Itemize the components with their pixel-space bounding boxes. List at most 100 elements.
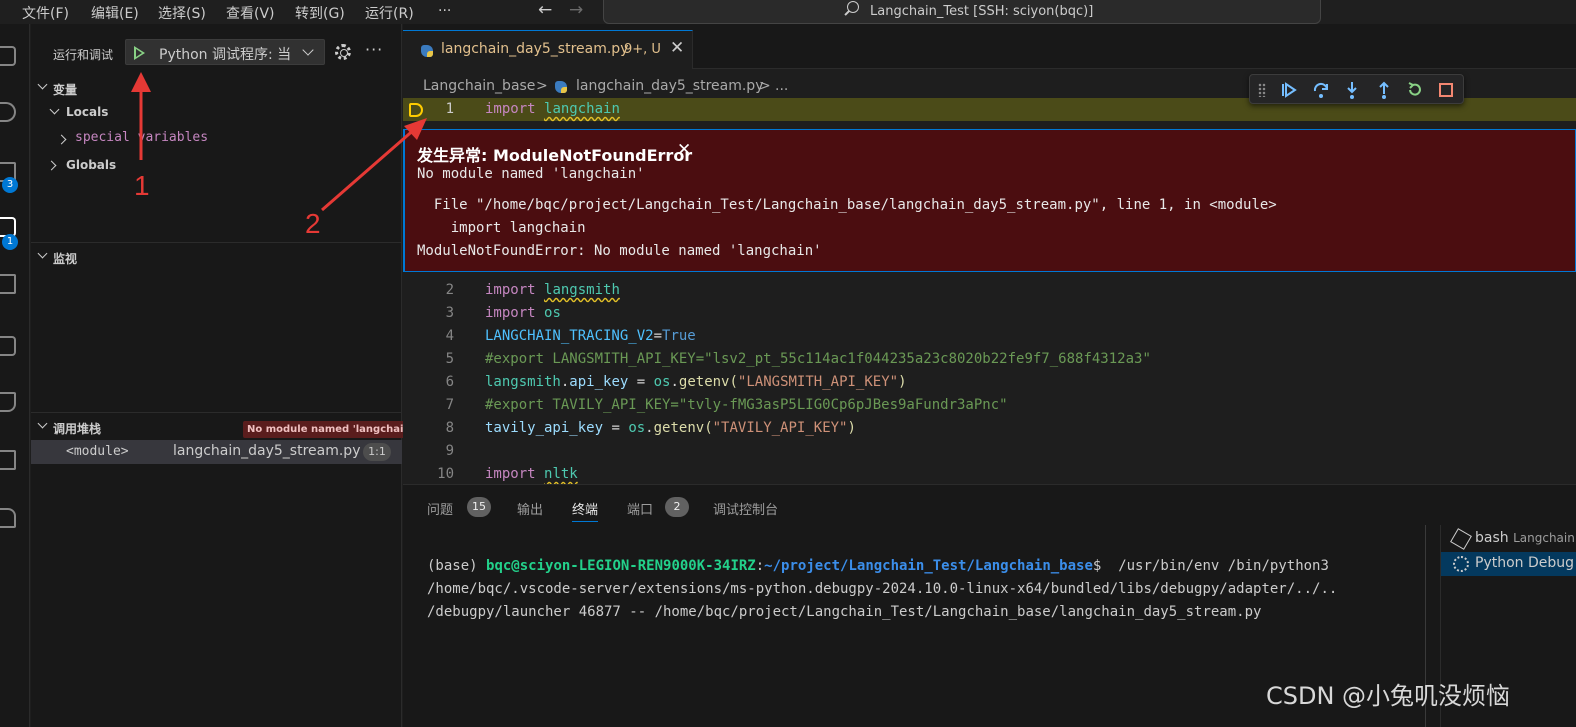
line-number: 7: [445, 397, 454, 413]
menu-edit[interactable]: 编辑(E): [91, 3, 139, 23]
watch-section-label: 监视: [53, 252, 78, 266]
back-arrow-icon[interactable]: ←: [538, 0, 552, 20]
breadcrumb-separator: >: [759, 78, 771, 94]
debug-config-select[interactable]: Python 调试程序: 当: [125, 39, 325, 65]
variables-section-header[interactable]: 变量: [31, 77, 402, 99]
globals-label: Globals: [66, 158, 117, 172]
python-file-icon: [555, 81, 567, 93]
locals-scope[interactable]: Locals: [31, 102, 402, 124]
step-into-icon[interactable]: [1342, 80, 1362, 100]
exception-message: No module named 'langchain': [417, 166, 645, 182]
editor-tab-bar: langchain_day5_stream.py 9+, U ✕: [403, 24, 1576, 69]
breadcrumb-separator: >: [536, 78, 548, 94]
command-center-label: Langchain_Test [SSH: sciyon(bqc)]: [870, 4, 1094, 19]
terminal-name: bash: [1475, 530, 1509, 546]
terminal-sub: Langchain: [1513, 531, 1575, 545]
code-line: 8 tavily_api_key = os.getenv("TAVILY_API…: [403, 417, 1576, 440]
terminal-item-bash[interactable]: bash Langchain: [1441, 527, 1576, 551]
menu-view[interactable]: 查看(V): [226, 3, 275, 23]
chevron-down-icon: [49, 104, 60, 115]
line-number: 6: [445, 374, 454, 390]
globals-scope[interactable]: Globals: [31, 155, 402, 177]
title-bar: 文件(F) 编辑(E) 选择(S) 查看(V) 转到(G) 运行(R) ··· …: [0, 0, 1576, 24]
code-text: import langchain: [485, 101, 620, 117]
drag-handle-icon[interactable]: [1258, 83, 1266, 97]
more-actions-icon[interactable]: ···: [365, 40, 383, 59]
gear-icon[interactable]: [335, 44, 351, 60]
line-number: 5: [445, 351, 454, 367]
sidebar-title: 运行和调试: [53, 48, 114, 62]
line-number: 3: [445, 305, 454, 321]
chevron-down-icon: [37, 418, 48, 429]
menu-selection[interactable]: 选择(S): [158, 3, 206, 23]
code-line: 9: [403, 440, 1576, 463]
code-comment: #export LANGSMITH_API_KEY="lsv2_pt_55c11…: [485, 351, 1151, 367]
line-number: 8: [445, 420, 454, 436]
tab-ports[interactable]: 端口: [627, 499, 653, 518]
extensions-icon[interactable]: [0, 274, 16, 294]
code-line: 6 langsmith.api_key = os.getenv("LANGSMI…: [403, 371, 1576, 394]
continue-icon[interactable]: [1279, 80, 1299, 100]
watch-section-header[interactable]: 监视: [31, 246, 402, 268]
start-debugging-icon[interactable]: [134, 46, 145, 60]
exception-trace-line: import langchain: [417, 220, 586, 236]
debug-gear-icon: [1453, 556, 1469, 572]
callstack-section-label: 调用堆栈: [53, 422, 102, 436]
restart-icon[interactable]: [1405, 80, 1425, 100]
menu-run[interactable]: 运行(R): [365, 3, 414, 23]
tab-terminal[interactable]: 终端: [572, 499, 599, 522]
special-variables-label: special variables: [75, 130, 209, 145]
stack-frame-row[interactable]: <module> langchain_day5_stream.py 1:1: [31, 440, 402, 464]
chevron-down-icon: [37, 248, 48, 259]
debug-config-label: Python 调试程序: 当: [159, 47, 292, 63]
special-variables-node[interactable]: special variables: [31, 128, 402, 150]
terminal-item-python-debug[interactable]: Python Debug: [1441, 552, 1576, 576]
code-line: 10 import nltk: [403, 463, 1576, 486]
breadcrumb-folder[interactable]: Langchain_base: [423, 78, 535, 94]
close-icon[interactable]: ✕: [677, 140, 691, 160]
close-icon[interactable]: ✕: [670, 38, 684, 58]
callstack-section-header[interactable]: 调用堆栈 No module named 'langchain': [31, 416, 418, 438]
docker-icon[interactable]: [0, 508, 16, 528]
frame-position: 1:1: [363, 443, 391, 461]
command-center[interactable]: Langchain_Test [SSH: sciyon(bqc)]: [603, 0, 1321, 24]
menu-more[interactable]: ···: [438, 3, 451, 19]
breadcrumb-file[interactable]: langchain_day5_stream.py: [576, 78, 763, 94]
annotation-number-2: 2: [305, 208, 321, 239]
watermark: CSDN @小兔叽没烦恼: [1266, 682, 1511, 710]
code-text: import langsmith: [485, 282, 620, 298]
problems-count-badge: 15: [467, 497, 491, 517]
exception-trace-line: File "/home/bqc/project/Langchain_Test/L…: [417, 197, 1277, 213]
forward-arrow-icon[interactable]: →: [569, 0, 583, 20]
step-out-icon[interactable]: [1374, 80, 1394, 100]
variables-section-label: 变量: [53, 83, 78, 97]
ports-count-badge: 2: [665, 497, 689, 517]
terminal-output[interactable]: (base) bqc@sciyon-LEGION-REN9000K-34IRZ:…: [427, 555, 1337, 624]
tab-debug-console[interactable]: 调试控制台: [713, 499, 778, 518]
menu-file[interactable]: 文件(F): [22, 3, 69, 23]
terminal-icon: [1450, 528, 1472, 550]
search-icon[interactable]: [0, 102, 16, 122]
remote-explorer-icon[interactable]: [0, 336, 16, 356]
step-over-icon[interactable]: [1311, 80, 1331, 100]
stop-icon[interactable]: [1436, 80, 1456, 100]
explorer-icon[interactable]: [0, 46, 16, 66]
line-number: 4: [445, 328, 454, 344]
exception-badge: No module named 'langchain': [243, 421, 418, 438]
section-divider: [31, 412, 402, 413]
code-line: 7 #export TAVILY_API_KEY="tvly-fMG3asP5L…: [403, 394, 1576, 417]
testing-icon[interactable]: [0, 392, 16, 412]
tab-modified-indicator: 9+, U: [624, 42, 661, 57]
tab-output[interactable]: 输出: [517, 499, 543, 518]
run-debug-sidebar: 运行和调试 Python 调试程序: 当 ··· 变量 Locals speci…: [31, 24, 418, 727]
tab-problems[interactable]: 问题: [427, 499, 453, 518]
code-text: langsmith.api_key = os.getenv("LANGSMITH…: [485, 374, 907, 390]
code-text: LANGCHAIN_TRACING_V2=True: [485, 328, 696, 344]
code-line: 5 #export LANGSMITH_API_KEY="lsv2_pt_55c…: [403, 348, 1576, 371]
menu-go[interactable]: 转到(G): [295, 3, 345, 23]
breadcrumb-symbol[interactable]: ...: [775, 78, 788, 94]
containers-icon[interactable]: [0, 450, 16, 470]
tab-langchain-day5-stream[interactable]: langchain_day5_stream.py 9+, U ✕: [403, 30, 693, 69]
terminal-name: Python Debug: [1475, 555, 1575, 571]
exception-title: 发生异常: ModuleNotFoundError: [417, 146, 693, 165]
